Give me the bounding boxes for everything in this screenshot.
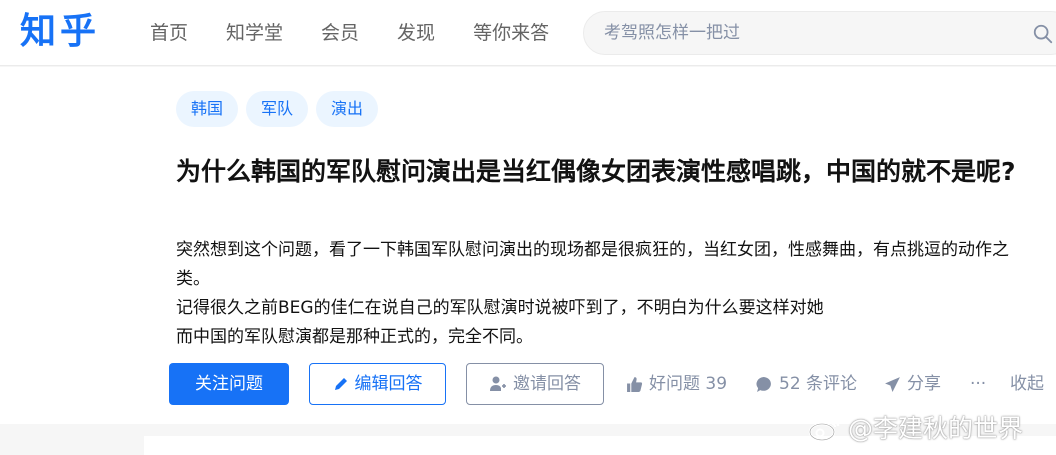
main-nav: 首页 知学堂 会员 发现 等你来答: [150, 20, 587, 46]
nav-zhixuetang[interactable]: 知学堂: [226, 20, 283, 46]
good-question-button[interactable]: 好问题 39: [626, 373, 727, 395]
invite-answer-label: 邀请回答: [513, 374, 581, 394]
comment-icon: [756, 376, 771, 392]
zhihu-logo[interactable]: 知乎: [20, 8, 100, 56]
share-icon: [885, 376, 900, 392]
tag-performance[interactable]: 演出: [316, 91, 379, 127]
weibo-watermark: @李建秋的世界: [808, 413, 1023, 445]
description-line-1: 突然想到这个问题，看了一下韩国军队慰问演出的现场都是很疯狂的，当红女团，性感舞曲…: [176, 240, 1009, 289]
topic-tags: 韩国 军队 演出: [176, 91, 379, 127]
nav-waiting-answers[interactable]: 等你来答: [473, 20, 549, 46]
question-actions: 关注问题 编辑回答 邀请回答 好问题 39 52 条评论 分享 ··· 收起: [0, 362, 1056, 406]
nav-discover[interactable]: 发现: [397, 20, 435, 46]
top-bar: 知乎 首页 知学堂 会员 发现 等你来答 考驾照怎样一把过: [0, 0, 1056, 66]
comments-button[interactable]: 52 条评论: [756, 373, 857, 395]
share-label: 分享: [907, 374, 941, 394]
pencil-icon: [334, 378, 347, 390]
watermark-text: @李建秋的世界: [848, 414, 1024, 443]
share-button[interactable]: 分享: [884, 373, 941, 395]
description-line-3: 而中国的军队慰演都是那种正式的，完全不同。: [176, 327, 533, 347]
follow-question-button[interactable]: 关注问题: [169, 363, 289, 405]
edit-answer-label: 编辑回答: [354, 374, 423, 394]
invite-answer-button[interactable]: 邀请回答: [466, 363, 604, 405]
weibo-icon: [808, 418, 840, 442]
comments-label: 52 条评论: [779, 374, 858, 394]
nav-membership[interactable]: 会员: [321, 20, 359, 46]
nav-home[interactable]: 首页: [150, 20, 188, 46]
tag-military[interactable]: 军队: [246, 91, 309, 127]
search-placeholder: 考驾照怎样一把过: [604, 23, 740, 43]
edit-answer-button[interactable]: 编辑回答: [309, 363, 446, 405]
question-card: 韩国 军队 演出 为什么韩国的军队慰问演出是当红偶像女团表演性感唱跳，中国的就不…: [0, 67, 1056, 424]
question-description: 突然想到这个问题，看了一下韩国军队慰问演出的现场都是很疯狂的，当红女团，性感舞曲…: [176, 236, 1016, 352]
tag-korea[interactable]: 韩国: [176, 91, 239, 127]
description-line-2: 记得很久之前BEG的佳仁在说自己的军队慰演时说被吓到了，不明白为什么要这样对她: [176, 298, 824, 318]
search-input[interactable]: 考驾照怎样一把过: [583, 11, 1056, 55]
collapse-button[interactable]: 收起: [1010, 373, 1044, 395]
invite-user-icon: [490, 376, 506, 391]
search-icon[interactable]: [1032, 23, 1054, 45]
good-question-label: 好问题 39: [649, 374, 728, 394]
more-button[interactable]: ···: [970, 373, 986, 395]
thumbs-up-icon: [627, 376, 643, 392]
question-title: 为什么韩国的军队慰问演出是当红偶像女团表演性感唱跳，中国的就不是呢?: [176, 157, 1016, 186]
